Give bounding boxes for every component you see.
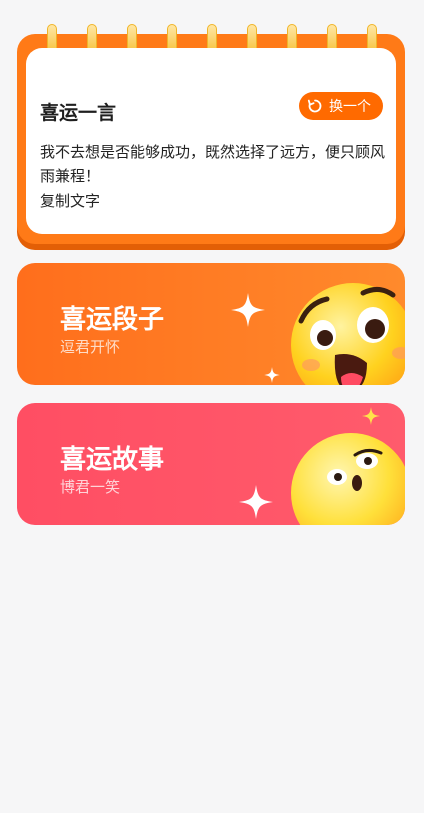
jokes-title: 喜运段子 xyxy=(60,305,165,335)
sparkle-icon xyxy=(239,485,273,519)
quote-card: 喜运一言 换一个 我不去想是否能够成功，既然选择了远方，便只顾风雨兼程！ 复制文… xyxy=(17,24,405,244)
surprised-emoji-icon xyxy=(291,433,405,525)
laughing-emoji-icon xyxy=(291,283,405,385)
jokes-card[interactable]: 喜运段子 逗君开怀 xyxy=(17,263,405,385)
quote-text: 我不去想是否能够成功，既然选择了远方，便只顾风雨兼程！ xyxy=(40,143,386,185)
quote-title: 喜运一言 xyxy=(40,102,117,124)
refresh-icon xyxy=(307,99,322,113)
stories-subtitle: 博君一笑 xyxy=(60,478,121,496)
stories-card[interactable]: 喜运故事 博君一笑 xyxy=(17,403,405,525)
sparkle-icon xyxy=(362,407,380,425)
sparkle-icon xyxy=(264,367,280,383)
jokes-subtitle: 逗君开怀 xyxy=(60,338,121,356)
sparkle-icon xyxy=(231,293,265,327)
stories-title: 喜运故事 xyxy=(60,445,165,475)
refresh-button[interactable]: 换一个 xyxy=(299,92,383,120)
refresh-label: 换一个 xyxy=(329,99,371,115)
copy-text-link[interactable]: 复制文字 xyxy=(40,190,100,211)
